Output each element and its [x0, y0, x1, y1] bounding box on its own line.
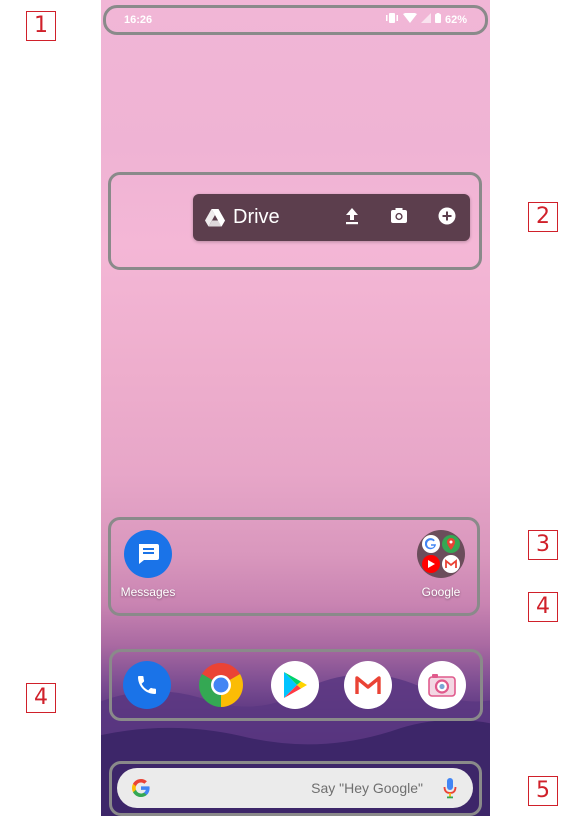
maps-mini-icon — [442, 535, 460, 553]
battery-level: 62% — [444, 13, 467, 26]
play-store-icon[interactable] — [271, 661, 319, 709]
search-hint: Say "Hey Google" — [311, 780, 423, 796]
add-icon[interactable] — [438, 207, 456, 230]
drive-widget-actions — [344, 207, 456, 230]
status-icons: 62% — [385, 12, 467, 26]
signal-icon — [420, 13, 431, 26]
google-g-icon — [131, 778, 151, 803]
callout-label-3: 3 — [528, 530, 558, 560]
drive-widget[interactable]: Drive — [193, 194, 470, 241]
app-label-google: Google — [421, 585, 461, 599]
status-bar: 16:26 62% — [103, 5, 488, 35]
youtube-mini-icon — [422, 555, 440, 573]
app-folder-google[interactable]: Google — [408, 530, 474, 599]
chrome-icon[interactable] — [197, 661, 245, 709]
camera-app-icon[interactable] — [418, 661, 466, 709]
mic-icon[interactable] — [443, 777, 457, 804]
drive-logo-icon — [205, 208, 225, 227]
status-time: 16:26 — [124, 14, 153, 26]
camera-icon[interactable] — [390, 207, 408, 230]
wifi-icon — [402, 12, 417, 26]
callout-label-4-left: 4 — [26, 683, 56, 713]
battery-icon — [434, 13, 441, 26]
callout-label-2: 2 — [528, 202, 558, 232]
callout-label-4-right: 4 — [528, 592, 558, 622]
vibrate-icon — [385, 13, 399, 26]
gmail-mini-icon — [442, 555, 460, 573]
app-label-messages: Messages — [120, 585, 176, 599]
callout-label-5: 5 — [528, 776, 558, 806]
phone-icon[interactable] — [123, 661, 171, 709]
callout-label-1: 1 — [26, 11, 56, 41]
phone-screen: 16:26 62% Drive Messages Google Say "Hey… — [101, 0, 490, 816]
app-messages[interactable]: Messages — [115, 530, 181, 599]
messages-icon — [124, 530, 172, 578]
google-g-mini-icon — [422, 535, 440, 553]
upload-icon[interactable] — [344, 207, 360, 230]
drive-widget-title: Drive — [233, 206, 280, 228]
gmail-icon[interactable] — [344, 661, 392, 709]
google-folder-icon — [417, 530, 465, 578]
google-search-bar[interactable]: Say "Hey Google" — [117, 768, 473, 808]
